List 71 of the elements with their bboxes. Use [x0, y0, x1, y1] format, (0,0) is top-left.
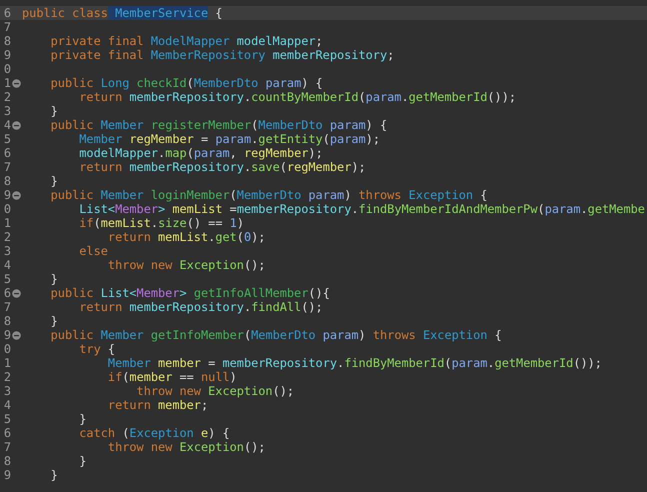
line-number: 6 [2, 6, 11, 20]
collapse-icon[interactable] [12, 120, 21, 130]
line-number: 7 [2, 20, 11, 34]
line-number: 1 [2, 216, 11, 230]
line-number: 2 [2, 230, 11, 244]
line-number: 4 [2, 118, 11, 132]
code-line: if(member == null) [106, 370, 237, 384]
code-line: List<Member> memList =memberRepository.findByMemberIdAndMemberPw(param.getMembe [78, 202, 645, 216]
code-line: return memberRepository.findAll(); [78, 300, 323, 314]
code-line: return memberRepository.countByMemberId(param.getMemberId()); [78, 90, 516, 104]
code-line: } [50, 314, 58, 328]
code-line: throw new Exception(); [136, 384, 294, 398]
line-number: 8 [2, 34, 11, 48]
code-line: } [50, 468, 58, 482]
code-line: private final ModelMapper modelMapper; [50, 34, 323, 48]
line-number: 7 [2, 440, 11, 454]
line-number: 3 [2, 384, 11, 398]
code-line: public Long checkId(MemberDto param) { [50, 76, 323, 90]
line-number: 9 [2, 328, 11, 342]
collapse-icon[interactable] [12, 330, 21, 340]
code-line: return member; [106, 398, 208, 412]
code-line: public Member registerMember(MemberDto param) { [50, 118, 388, 132]
line-number: 4 [2, 398, 11, 412]
line-number: 6 [2, 426, 11, 440]
code-line: return memberRepository.save(regMember); [78, 160, 366, 174]
line-number: 1 [2, 356, 11, 370]
line-number: 4 [2, 258, 11, 272]
code-line: public Member loginMember(MemberDto param) throws Exception { [50, 188, 488, 202]
line-number: 1 [2, 76, 11, 90]
code-line: } [50, 272, 58, 286]
line-number: 6 [2, 286, 11, 300]
code-line: public class MemberService { [22, 6, 222, 20]
collapse-icon[interactable] [12, 190, 21, 200]
code-line: public Member getInfoMember(MemberDto param) throws Exception { [50, 328, 502, 342]
line-number: 9 [2, 48, 11, 62]
code-line: throw new Exception(); [106, 440, 266, 454]
code-line: modelMapper.map(param, regMember); [78, 146, 323, 160]
line-number: 0 [2, 202, 11, 216]
code-line: Member regMember = param.getEntity(param); [78, 132, 380, 146]
line-number: 0 [2, 62, 11, 76]
line-number: 5 [2, 272, 11, 286]
code-line: } [50, 104, 58, 118]
code-line: if(memList.size() == 1) [78, 216, 244, 230]
collapse-icon[interactable] [12, 288, 21, 298]
line-number: 3 [2, 244, 11, 258]
line-number: 2 [2, 90, 11, 104]
code-line: throw new Exception(); [106, 258, 266, 272]
code-line: public List<Member> getInfoAllMember(){ [50, 286, 330, 300]
line-number: 6 [2, 146, 11, 160]
collapse-icon[interactable] [12, 78, 21, 88]
code-line: private final MemberRepository memberRepository; [50, 48, 394, 62]
code-line: } [50, 174, 58, 188]
line-number: 7 [2, 160, 11, 174]
line-number: 2 [2, 370, 11, 384]
line-number: 9 [2, 188, 11, 202]
line-number: 5 [2, 132, 11, 146]
line-number: 3 [2, 104, 11, 118]
line-number: 8 [2, 454, 11, 468]
code-line: else [78, 244, 108, 258]
line-number: 8 [2, 314, 11, 328]
code-line: } [78, 454, 86, 468]
line-number: 5 [2, 412, 11, 426]
code-line: catch (Exception e) { [78, 426, 230, 440]
line-number: 0 [2, 342, 11, 356]
line-number: 7 [2, 300, 11, 314]
line-number: 8 [2, 174, 11, 188]
code-line: } [78, 412, 86, 426]
code-line: Member member = memberRepository.findByMemberId(param.getMemberId()); [106, 356, 602, 370]
code-line: return memList.get(0); [108, 230, 266, 244]
line-number: 9 [2, 468, 11, 482]
code-line: try { [78, 342, 116, 356]
